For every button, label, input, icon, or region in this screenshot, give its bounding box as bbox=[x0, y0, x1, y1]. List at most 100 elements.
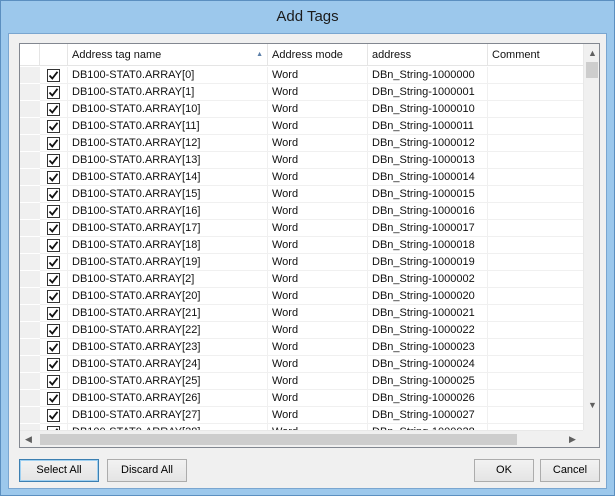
comment-cell[interactable] bbox=[488, 84, 585, 101]
address-cell[interactable]: DBn_String-1000018 bbox=[368, 237, 488, 254]
scroll-up-arrow-icon[interactable]: ▲ bbox=[588, 47, 597, 59]
horizontal-scrollbar[interactable]: ◀ ▶ bbox=[20, 430, 585, 447]
row-header[interactable] bbox=[20, 152, 40, 169]
column-header-comment[interactable]: Comment bbox=[488, 44, 585, 66]
table-row[interactable]: DB100-STAT0.ARRAY[12] Word DBn_String-1000… bbox=[20, 135, 585, 152]
address-cell[interactable]: DBn_String-1000014 bbox=[368, 169, 488, 186]
table-row[interactable]: DB100-STAT0.ARRAY[16] Word DBn_String-1000… bbox=[20, 203, 585, 220]
address-mode-cell[interactable]: Word bbox=[268, 169, 368, 186]
address-mode-cell[interactable]: Word bbox=[268, 118, 368, 135]
table-row[interactable]: DB100-STAT0.ARRAY[25] Word DBn_String-1000… bbox=[20, 373, 585, 390]
row-header[interactable] bbox=[20, 390, 40, 407]
row-checkbox[interactable] bbox=[47, 222, 60, 235]
tag-name-cell[interactable]: DB100-STAT0.ARRAY[16] bbox=[68, 203, 268, 220]
row-header[interactable] bbox=[20, 237, 40, 254]
select-all-button[interactable]: Select All bbox=[19, 459, 99, 482]
vertical-scroll-thumb[interactable] bbox=[586, 62, 598, 78]
tag-name-cell[interactable]: DB100-STAT0.ARRAY[27] bbox=[68, 407, 268, 424]
address-mode-cell[interactable]: Word bbox=[268, 288, 368, 305]
table-row[interactable]: DB100-STAT0.ARRAY[18] Word DBn_String-1000… bbox=[20, 237, 585, 254]
address-mode-cell[interactable]: Word bbox=[268, 407, 368, 424]
column-header-address[interactable]: address bbox=[368, 44, 488, 66]
ok-button[interactable]: OK bbox=[474, 459, 534, 482]
comment-cell[interactable] bbox=[488, 67, 585, 84]
row-checkbox[interactable] bbox=[47, 205, 60, 218]
row-header[interactable] bbox=[20, 67, 40, 84]
address-cell[interactable]: DBn_String-1000017 bbox=[368, 220, 488, 237]
tag-name-cell[interactable]: DB100-STAT0.ARRAY[14] bbox=[68, 169, 268, 186]
row-checkbox[interactable] bbox=[47, 341, 60, 354]
table-row[interactable]: DB100-STAT0.ARRAY[22] Word DBn_String-1000… bbox=[20, 322, 585, 339]
address-mode-cell[interactable]: Word bbox=[268, 390, 368, 407]
address-cell[interactable]: DBn_String-1000000 bbox=[368, 67, 488, 84]
comment-cell[interactable] bbox=[488, 390, 585, 407]
row-checkbox[interactable] bbox=[47, 375, 60, 388]
address-cell[interactable]: DBn_String-1000016 bbox=[368, 203, 488, 220]
tag-name-cell[interactable]: DB100-STAT0.ARRAY[13] bbox=[68, 152, 268, 169]
discard-all-button[interactable]: Discard All bbox=[107, 459, 187, 482]
row-header[interactable] bbox=[20, 220, 40, 237]
address-mode-cell[interactable]: Word bbox=[268, 254, 368, 271]
address-cell[interactable]: DBn_String-1000027 bbox=[368, 407, 488, 424]
row-checkbox[interactable] bbox=[47, 69, 60, 82]
comment-cell[interactable] bbox=[488, 407, 585, 424]
row-checkbox[interactable] bbox=[47, 154, 60, 167]
row-checkbox[interactable] bbox=[47, 307, 60, 320]
vertical-scrollbar[interactable]: ▲ ▼ bbox=[583, 44, 599, 431]
table-row[interactable]: DB100-STAT0.ARRAY[11] Word DBn_String-1000… bbox=[20, 118, 585, 135]
address-mode-cell[interactable]: Word bbox=[268, 237, 368, 254]
tag-name-cell[interactable]: DB100-STAT0.ARRAY[19] bbox=[68, 254, 268, 271]
comment-cell[interactable] bbox=[488, 288, 585, 305]
comment-cell[interactable] bbox=[488, 169, 585, 186]
table-row[interactable]: DB100-STAT0.ARRAY[23] Word DBn_String-1000… bbox=[20, 339, 585, 356]
address-cell[interactable]: DBn_String-1000001 bbox=[368, 84, 488, 101]
address-mode-cell[interactable]: Word bbox=[268, 271, 368, 288]
horizontal-scroll-thumb[interactable] bbox=[40, 434, 517, 445]
address-mode-cell[interactable]: Word bbox=[268, 203, 368, 220]
row-checkbox[interactable] bbox=[47, 188, 60, 201]
table-row[interactable]: DB100-STAT0.ARRAY[17] Word DBn_String-1000… bbox=[20, 220, 585, 237]
comment-cell[interactable] bbox=[488, 135, 585, 152]
comment-cell[interactable] bbox=[488, 373, 585, 390]
address-cell[interactable]: DBn_String-1000025 bbox=[368, 373, 488, 390]
scroll-left-arrow-icon[interactable]: ◀ bbox=[25, 433, 32, 445]
address-mode-cell[interactable]: Word bbox=[268, 186, 368, 203]
address-cell[interactable]: DBn_String-1000011 bbox=[368, 118, 488, 135]
table-row[interactable]: DB100-STAT0.ARRAY[19] Word DBn_String-1000… bbox=[20, 254, 585, 271]
table-row[interactable]: DB100-STAT0.ARRAY[0] Word DBn_String-10000… bbox=[20, 67, 585, 84]
address-cell[interactable]: DBn_String-1000013 bbox=[368, 152, 488, 169]
tag-name-cell[interactable]: DB100-STAT0.ARRAY[11] bbox=[68, 118, 268, 135]
address-mode-cell[interactable]: Word bbox=[268, 135, 368, 152]
comment-cell[interactable] bbox=[488, 118, 585, 135]
address-cell[interactable]: DBn_String-1000002 bbox=[368, 271, 488, 288]
row-header[interactable] bbox=[20, 271, 40, 288]
row-header[interactable] bbox=[20, 407, 40, 424]
tag-name-cell[interactable]: DB100-STAT0.ARRAY[17] bbox=[68, 220, 268, 237]
address-cell[interactable]: DBn_String-1000010 bbox=[368, 101, 488, 118]
table-row[interactable]: DB100-STAT0.ARRAY[10] Word DBn_String-1000… bbox=[20, 101, 585, 118]
comment-cell[interactable] bbox=[488, 220, 585, 237]
comment-cell[interactable] bbox=[488, 237, 585, 254]
comment-cell[interactable] bbox=[488, 271, 585, 288]
row-checkbox[interactable] bbox=[47, 86, 60, 99]
tag-name-cell[interactable]: DB100-STAT0.ARRAY[25] bbox=[68, 373, 268, 390]
tag-name-cell[interactable]: DB100-STAT0.ARRAY[20] bbox=[68, 288, 268, 305]
table-row[interactable]: DB100-STAT0.ARRAY[26] Word DBn_String-1000… bbox=[20, 390, 585, 407]
comment-cell[interactable] bbox=[488, 101, 585, 118]
address-cell[interactable]: DBn_String-1000019 bbox=[368, 254, 488, 271]
row-header[interactable] bbox=[20, 135, 40, 152]
table-row[interactable]: DB100-STAT0.ARRAY[27] Word DBn_String-1000… bbox=[20, 407, 585, 424]
row-header[interactable] bbox=[20, 84, 40, 101]
address-mode-cell[interactable]: Word bbox=[268, 356, 368, 373]
tags-grid[interactable]: Address tag name ▲ Address mode address … bbox=[19, 43, 600, 448]
address-cell[interactable]: DBn_String-1000026 bbox=[368, 390, 488, 407]
table-row[interactable]: DB100-STAT0.ARRAY[21] Word DBn_String-1000… bbox=[20, 305, 585, 322]
tag-name-cell[interactable]: DB100-STAT0.ARRAY[22] bbox=[68, 322, 268, 339]
comment-cell[interactable] bbox=[488, 356, 585, 373]
row-header[interactable] bbox=[20, 101, 40, 118]
address-mode-cell[interactable]: Word bbox=[268, 322, 368, 339]
row-checkbox[interactable] bbox=[47, 392, 60, 405]
cancel-button[interactable]: Cancel bbox=[540, 459, 600, 482]
row-checkbox[interactable] bbox=[47, 103, 60, 116]
comment-cell[interactable] bbox=[488, 322, 585, 339]
